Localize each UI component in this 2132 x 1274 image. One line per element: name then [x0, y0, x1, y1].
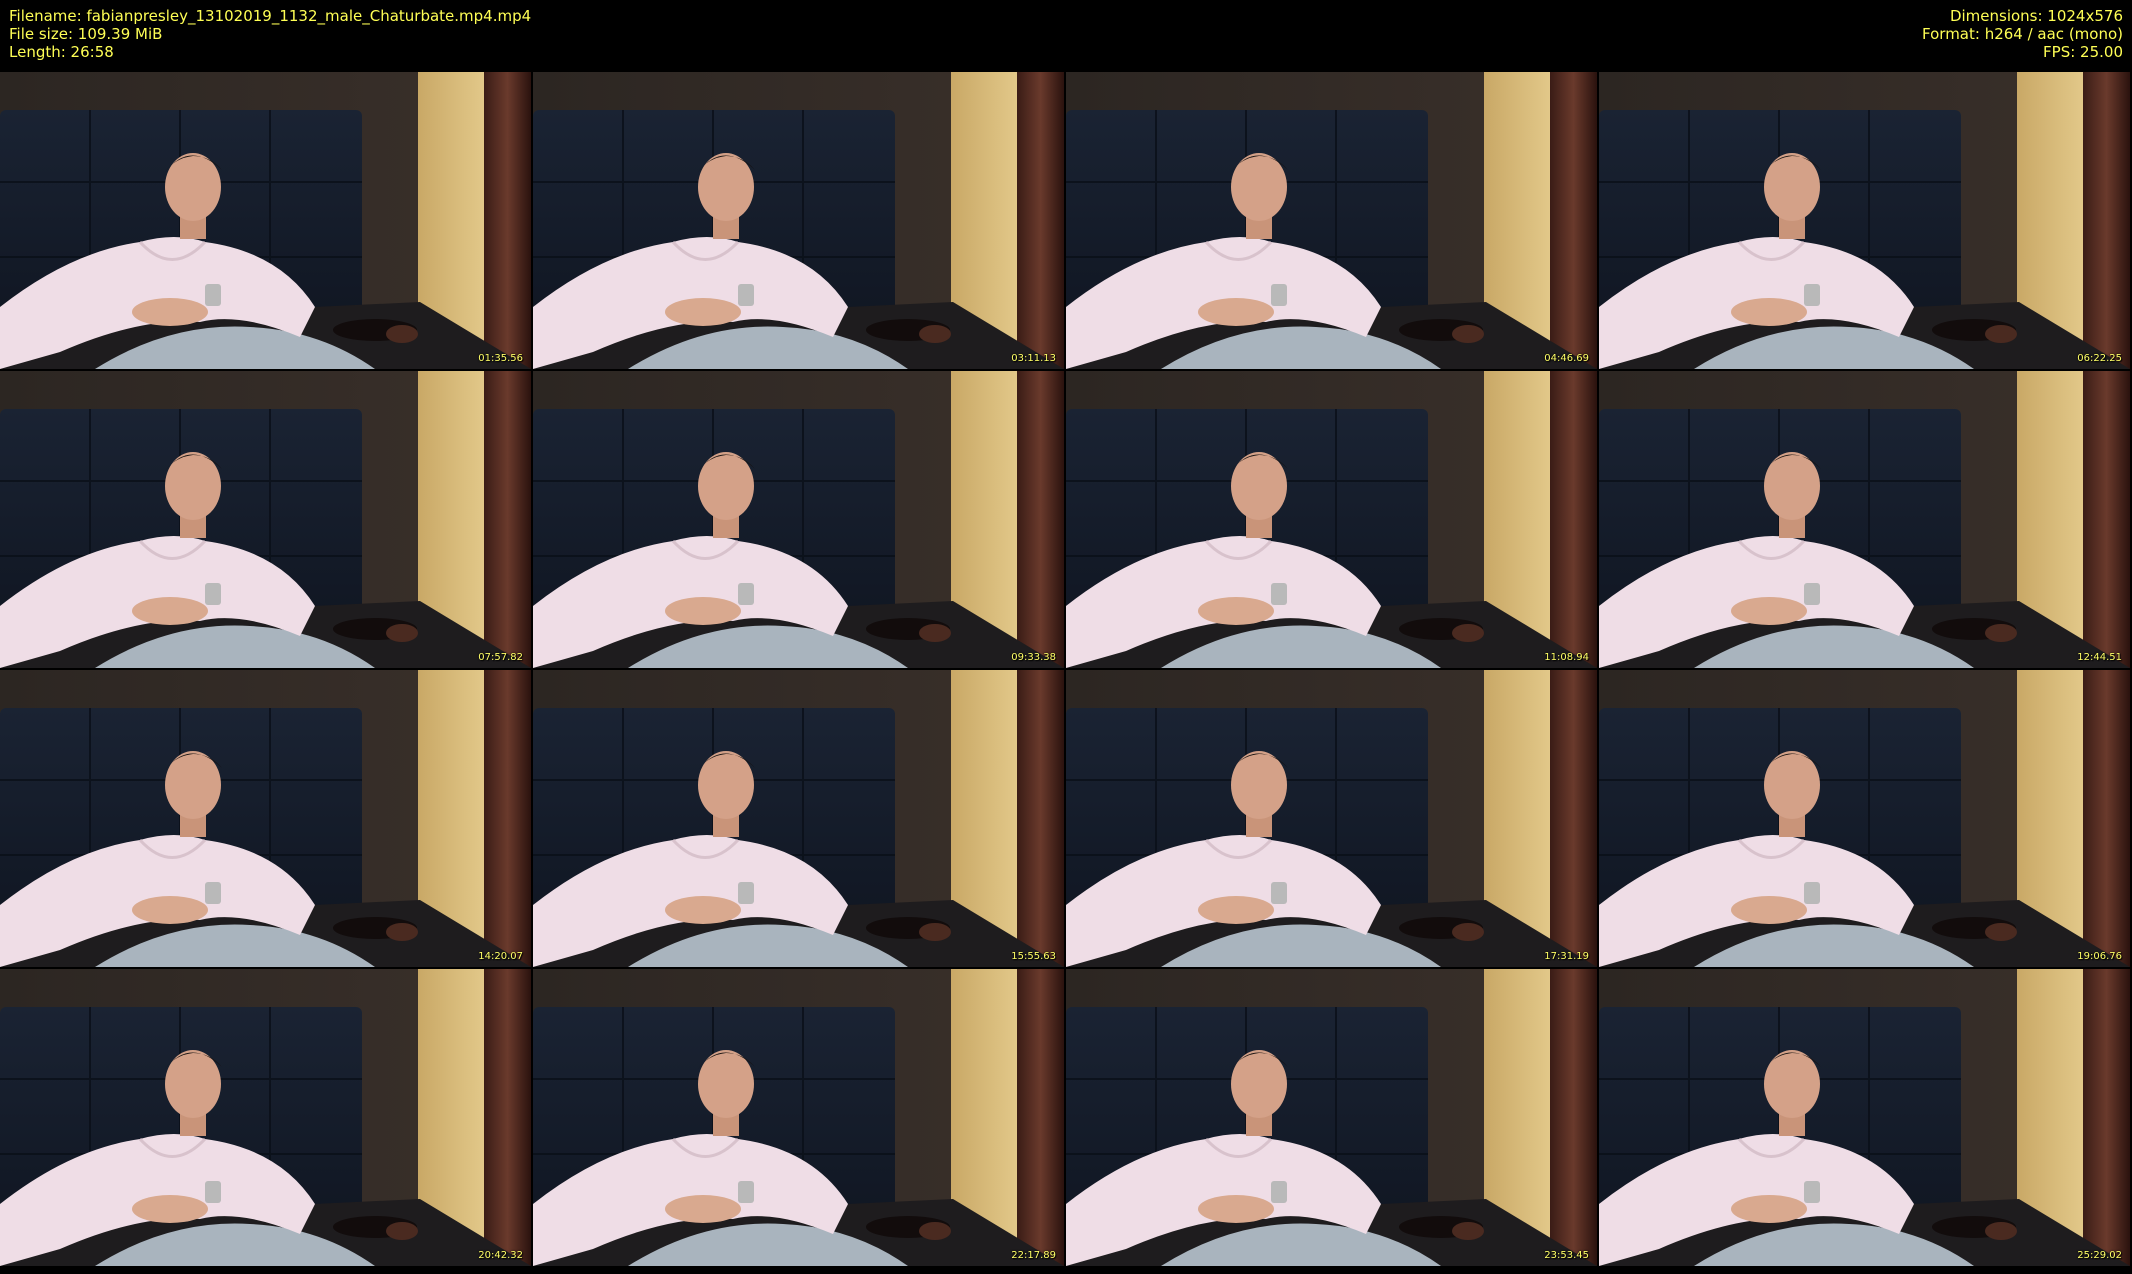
thumbnail-timestamp: 20:42.32 — [478, 1250, 523, 1261]
thumbnail-image — [0, 670, 531, 967]
thumbnail-image — [1599, 72, 2130, 369]
filename-label: Filename: fabianpresley_13102019_1132_ma… — [9, 7, 532, 25]
contact-sheet-header: Filename: fabianpresley_13102019_1132_ma… — [0, 0, 2132, 72]
thumbnail-timestamp: 19:06.76 — [2077, 951, 2122, 962]
format-label: Format: h264 / aac (mono) — [1922, 25, 2123, 43]
file-info-left: Filename: fabianpresley_13102019_1132_ma… — [9, 7, 531, 61]
thumbnail-frame: 23:53.45 — [1066, 969, 1597, 1266]
thumbnail-image — [533, 670, 1064, 967]
thumbnail-timestamp: 07:57.82 — [478, 652, 523, 663]
thumbnail-image — [1066, 371, 1597, 668]
filesize-label: File size: 109.39 MiB — [9, 25, 163, 43]
file-info-right: Dimensions: 1024x576 Format: h264 / aac … — [1922, 7, 2123, 61]
thumbnail-timestamp: 23:53.45 — [1544, 1250, 1589, 1261]
thumbnail-frame: 12:44.51 — [1599, 371, 2130, 668]
thumbnail-timestamp: 22:17.89 — [1011, 1250, 1056, 1261]
thumbnail-image — [1599, 969, 2130, 1266]
thumbnail-image — [1066, 72, 1597, 369]
length-label: Length: 26:58 — [9, 43, 114, 61]
thumbnail-image — [1599, 670, 2130, 967]
thumbnail-image — [0, 371, 531, 668]
thumbnail-image — [533, 969, 1064, 1266]
thumbnail-frame: 25:29.02 — [1599, 969, 2130, 1266]
thumbnail-image — [0, 72, 531, 369]
thumbnail-timestamp: 11:08.94 — [1544, 652, 1589, 663]
thumbnail-timestamp: 14:20.07 — [478, 951, 523, 962]
thumbnail-timestamp: 06:22.25 — [2077, 353, 2122, 364]
thumbnail-frame: 07:57.82 — [0, 371, 531, 668]
thumbnail-timestamp: 04:46.69 — [1544, 353, 1589, 364]
thumbnail-frame: 17:31.19 — [1066, 670, 1597, 967]
thumbnail-image — [1066, 670, 1597, 967]
fps-label: FPS: 25.00 — [2043, 43, 2123, 61]
thumbnail-timestamp: 03:11.13 — [1011, 353, 1056, 364]
thumbnail-image — [533, 371, 1064, 668]
thumbnail-image — [1066, 969, 1597, 1266]
thumbnail-image — [0, 969, 531, 1266]
thumbnail-frame: 11:08.94 — [1066, 371, 1597, 668]
thumbnail-timestamp: 25:29.02 — [2077, 1250, 2122, 1261]
thumbnail-timestamp: 09:33.38 — [1011, 652, 1056, 663]
thumbnail-frame: 06:22.25 — [1599, 72, 2130, 369]
thumbnail-frame: 09:33.38 — [533, 371, 1064, 668]
thumbnail-timestamp: 17:31.19 — [1544, 951, 1589, 962]
dimensions-label: Dimensions: 1024x576 — [1949, 7, 2123, 25]
thumbnail-frame: 19:06.76 — [1599, 670, 2130, 967]
thumbnail-frame: 15:55.63 — [533, 670, 1064, 967]
thumbnail-frame: 20:42.32 — [0, 969, 531, 1266]
thumbnail-timestamp: 12:44.51 — [2077, 652, 2122, 663]
thumbnail-frame: 03:11.13 — [533, 72, 1064, 369]
thumbnail-timestamp: 01:35.56 — [478, 353, 523, 364]
thumbnail-frame: 22:17.89 — [533, 969, 1064, 1266]
thumbnail-timestamp: 15:55.63 — [1011, 951, 1056, 962]
thumbnail-image — [1599, 371, 2130, 668]
thumbnail-frame: 14:20.07 — [0, 670, 531, 967]
thumbnail-frame: 04:46.69 — [1066, 72, 1597, 369]
thumbnail-image — [533, 72, 1064, 369]
thumbnail-frame: 01:35.56 — [0, 72, 531, 369]
thumbnail-grid: 01:35.56 03:11.13 04:46.69 06:22.25 07:5… — [0, 72, 2132, 1272]
